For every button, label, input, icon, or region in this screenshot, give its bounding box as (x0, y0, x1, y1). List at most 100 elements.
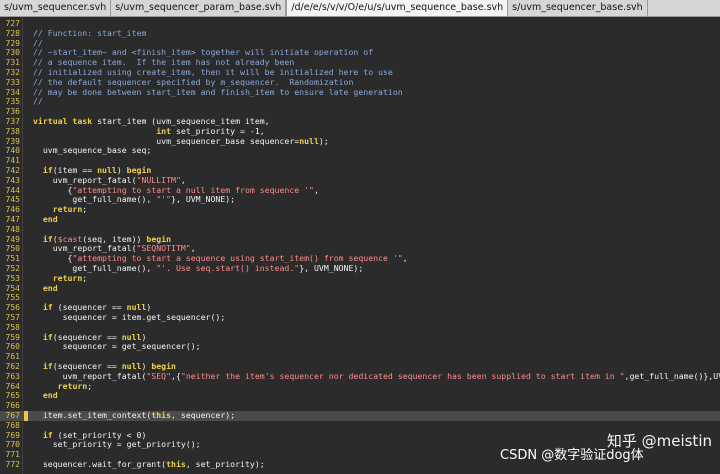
code-line[interactable]: 764 return; (0, 380, 720, 392)
line-number: 743 (5, 175, 20, 185)
line-number: 735 (5, 97, 20, 107)
code-token: "SEQNOTITM" (136, 243, 191, 254)
code-token: ); (318, 135, 329, 146)
code-token: ; (87, 380, 93, 391)
code-token: begin (151, 361, 176, 371)
code-text: sequencer.wait_for_grant(this, set_prior… (33, 459, 265, 470)
code-token: }, UVM_NONE); (299, 263, 364, 273)
line-number: 740 (5, 146, 20, 156)
line-number: 767 (5, 411, 20, 420)
code-token: set_priority = -1, (171, 125, 265, 136)
code-token: if (42, 429, 53, 440)
line-number: 759 (5, 332, 20, 342)
code-text: // (33, 96, 43, 107)
file-tab[interactable]: s/uvm_sequencer_param_base.svh (111, 0, 287, 16)
code-token: }, UVM_NONE); (171, 194, 236, 205)
code-token: ) (146, 302, 152, 313)
editor-tab-bar: s/uvm_sequencer.svh s/uvm_sequencer_param… (0, 0, 720, 17)
code-text: uvm_report_fatal("SEQ",{"neither the ite… (33, 370, 720, 382)
line-number: 729 (5, 38, 20, 48)
code-line[interactable]: 757 sequencer = item.get_sequencer(); (0, 312, 720, 323)
code-token: "SEQ" (146, 370, 172, 381)
line-number: 731 (5, 58, 20, 68)
line-number: 763 (5, 371, 20, 381)
code-text: end (33, 390, 58, 401)
code-token: // may be done between start_item and fi… (33, 86, 403, 97)
code-token: this (166, 459, 186, 469)
code-line[interactable]: 760 sequencer = get_sequencer(); (0, 341, 720, 352)
code-token: return (57, 380, 88, 391)
line-number: 769 (5, 430, 20, 440)
file-tab[interactable]: s/uvm_sequencer.svh (0, 0, 112, 16)
line-number: 755 (5, 293, 20, 303)
code-line[interactable]: 740 uvm_sequence_base seq; (0, 145, 720, 156)
file-tab[interactable]: s/uvm_sequencer_base.svh (508, 0, 648, 16)
code-token: , (402, 253, 408, 264)
line-number: 766 (5, 401, 20, 411)
code-token: if (42, 165, 53, 175)
code-token: if (42, 302, 53, 313)
line-number: 727 (5, 19, 20, 28)
code-line[interactable]: 765 end (0, 390, 720, 401)
code-token: (set_priority < 0) (52, 429, 147, 440)
line-number: 760 (5, 342, 20, 352)
line-number: 747 (5, 215, 20, 224)
code-token: virtual task (33, 116, 93, 126)
file-tab[interactable]: /d/e/e/s/v/v/O/e/u/s/uvm_sequence_base.s… (286, 0, 509, 16)
code-line[interactable]: 754 end (0, 283, 720, 294)
code-token: ) (141, 331, 147, 342)
code-line[interactable]: 767 item.set_item_context(this, sequence… (0, 410, 720, 421)
code-line[interactable]: 745 get_full_name(), "'"}, UVM_NONE); (0, 194, 720, 205)
code-line[interactable]: 728 // Function: start_item (0, 27, 720, 39)
code-line[interactable]: 747 end (0, 214, 720, 225)
code-token: // ~start_item~ and <finish_item> togeth… (33, 47, 374, 58)
csdn-watermark: CSDN @数字验证dog体 (500, 448, 644, 463)
code-token: "'. Use seq.start() instead." (156, 263, 300, 273)
code-token: item.set_item_context( (33, 410, 152, 420)
line-number: 730 (5, 48, 20, 58)
line-number: 756 (5, 303, 20, 313)
code-token: (sequencer == (52, 302, 127, 313)
code-token: if (42, 361, 53, 371)
line-number: 733 (5, 77, 20, 87)
code-token: "NULLITM" (136, 174, 181, 185)
code-token: , (180, 174, 186, 185)
line-number: 734 (5, 87, 20, 97)
line-number: 757 (5, 313, 20, 322)
code-token: null (121, 361, 142, 371)
code-token: uvm_report_fatal( (33, 174, 137, 185)
line-number: 746 (5, 205, 20, 215)
code-editor[interactable]: 727 728 // Function: start_item 729 // 730 // … (0, 17, 720, 474)
code-token: begin (126, 165, 152, 175)
code-token: this (151, 410, 172, 420)
code-token: // (33, 96, 43, 107)
code-token: // Function: start_item (33, 27, 147, 38)
code-token: set_priority = get_priority(); (33, 439, 201, 450)
line-number: 752 (5, 264, 20, 273)
code-token: if (42, 233, 53, 244)
code-token: // the default sequencer specified by m_… (33, 76, 354, 87)
code-text: end (33, 283, 58, 294)
code-token: return (52, 272, 83, 283)
line-number: 739 (5, 136, 20, 146)
code-token: // initialized using create_item, then i… (33, 67, 393, 77)
code-text: set_priority = get_priority(); (33, 439, 201, 450)
line-number: 736 (5, 107, 20, 117)
code-line[interactable]: 746 return; (0, 204, 720, 215)
code-token: if (42, 331, 53, 342)
code-line[interactable]: 763 uvm_report_fatal("SEQ",{"neither the… (0, 370, 720, 382)
code-line[interactable]: 753 return; (0, 272, 720, 284)
code-text: end (33, 214, 58, 225)
code-line[interactable]: 735 // (0, 96, 720, 107)
code-line[interactable]: 734 // may be done between start_item and… (0, 86, 720, 98)
line-number: 741 (5, 156, 20, 166)
line-number: 749 (5, 234, 20, 244)
line-number: 744 (5, 185, 20, 195)
code-token: $cast (57, 233, 83, 244)
code-token: { (33, 253, 73, 264)
code-line[interactable]: 752 get_full_name(), "'. Use seq.start()… (0, 263, 720, 274)
